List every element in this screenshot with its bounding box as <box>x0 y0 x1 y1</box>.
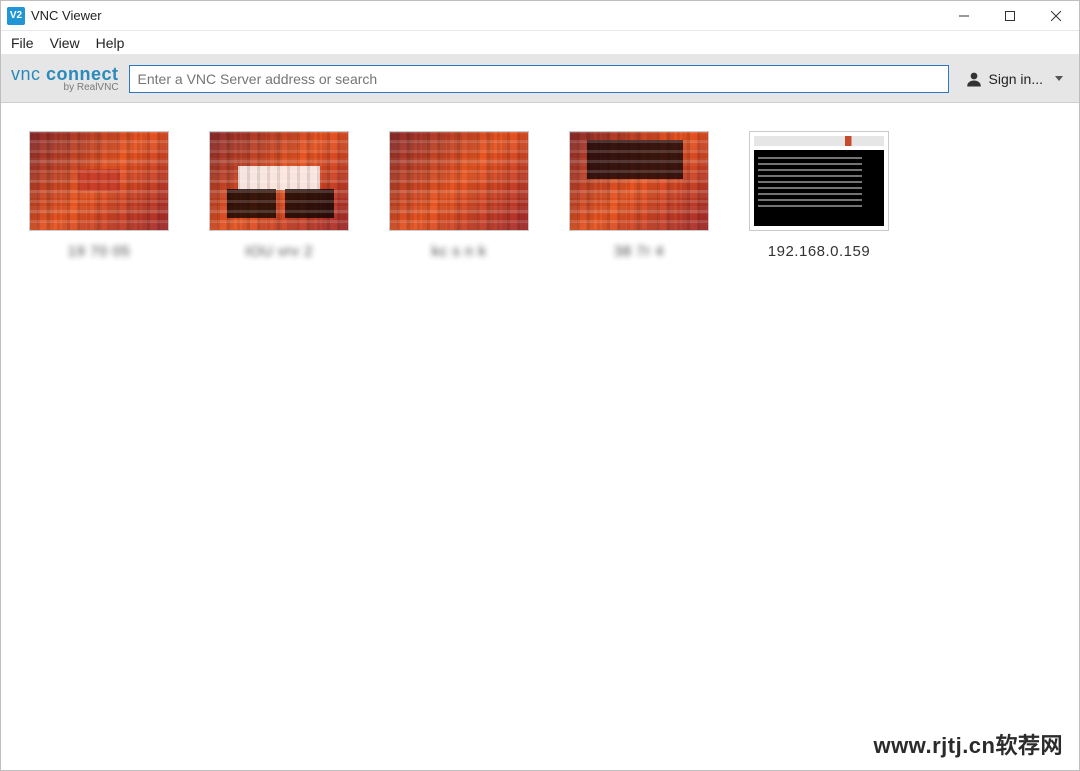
connection-thumbnail <box>209 131 349 231</box>
address-search-input[interactable] <box>129 65 949 93</box>
logo-subtitle: by RealVNC <box>64 83 119 93</box>
app-icon: V2 <box>7 7 25 25</box>
titlebar: V2 VNC Viewer <box>1 1 1079 31</box>
connection-label: 38 7r 4 <box>614 243 664 260</box>
chevron-down-icon <box>1055 76 1063 81</box>
connections-grid: 19 70 05 IOU vrv 2 kc s n k 38 7r 4 192.… <box>1 103 1079 288</box>
menu-help[interactable]: Help <box>88 33 133 53</box>
menu-file[interactable]: File <box>3 33 42 53</box>
connection-label: 19 70 05 <box>68 243 130 260</box>
maximize-button[interactable] <box>987 1 1033 31</box>
connection-item[interactable]: 19 70 05 <box>25 131 173 260</box>
connection-thumbnail <box>389 131 529 231</box>
connection-thumbnail <box>29 131 169 231</box>
window-title: VNC Viewer <box>31 8 102 23</box>
sign-in-button[interactable]: Sign in... <box>959 66 1069 92</box>
menu-view[interactable]: View <box>42 33 88 53</box>
connection-thumbnail <box>749 131 889 231</box>
minimize-button[interactable] <box>941 1 987 31</box>
connection-label: 192.168.0.159 <box>768 243 870 260</box>
user-icon <box>965 70 983 88</box>
menubar: File View Help <box>1 31 1079 55</box>
sign-in-label: Sign in... <box>989 71 1043 87</box>
logo-connect-text: connect <box>46 64 119 84</box>
connection-label: kc s n k <box>432 243 487 260</box>
vnc-connect-logo: vnc connect by RealVNC <box>11 65 119 93</box>
connection-label: IOU vrv 2 <box>245 243 313 260</box>
window-controls <box>941 1 1079 31</box>
close-button[interactable] <box>1033 1 1079 31</box>
connection-item[interactable]: kc s n k <box>385 131 533 260</box>
watermark: www.rjtj.cn软荐网 <box>873 728 1063 760</box>
connection-item[interactable]: 192.168.0.159 <box>745 131 893 260</box>
connection-item[interactable]: 38 7r 4 <box>565 131 713 260</box>
connection-thumbnail <box>569 131 709 231</box>
connection-item[interactable]: IOU vrv 2 <box>205 131 353 260</box>
logo-vnc-text: vnc <box>11 64 41 84</box>
toolbar: vnc connect by RealVNC Sign in... <box>1 55 1079 103</box>
